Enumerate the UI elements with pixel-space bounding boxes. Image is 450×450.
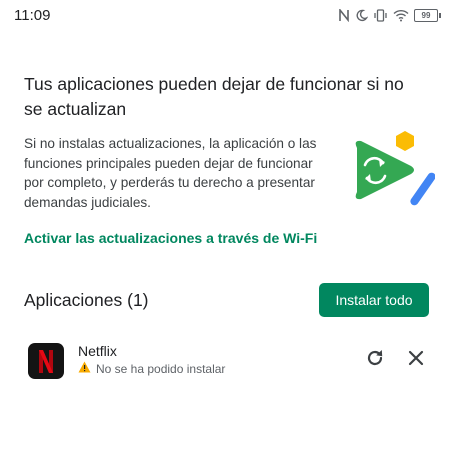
close-icon (408, 350, 424, 371)
page-title: Tus aplicaciones pueden dejar de funcion… (24, 74, 404, 119)
status-icons: 99 (338, 6, 441, 24)
app-status: No se ha podido instalar (78, 361, 225, 376)
warning-icon (78, 361, 91, 376)
vibrate-icon (373, 8, 388, 22)
refresh-icon (365, 348, 385, 373)
battery-icon: 99 (414, 8, 441, 22)
play-update-illustration (345, 128, 436, 213)
app-name: Netflix (78, 343, 117, 359)
enable-wifi-updates-link[interactable]: Activar las actualizaciones a través de … (24, 230, 317, 246)
retry-button[interactable] (362, 347, 388, 373)
do-not-disturb-icon (355, 9, 368, 22)
nfc-icon (338, 8, 350, 22)
app-status-text: No se ha podido instalar (96, 361, 226, 376)
status-time: 11:09 (14, 7, 51, 24)
page-description: Si no instalas actualizaciones, la aplic… (24, 136, 317, 210)
install-all-button[interactable]: Instalar todo (319, 283, 429, 317)
apps-heading: Aplicaciones (1) (24, 290, 149, 310)
app-row-netflix[interactable]: Netflix No se ha podido instalar (0, 335, 450, 385)
dismiss-button[interactable] (403, 347, 429, 373)
wifi-icon (393, 9, 409, 22)
netflix-icon (28, 343, 64, 379)
